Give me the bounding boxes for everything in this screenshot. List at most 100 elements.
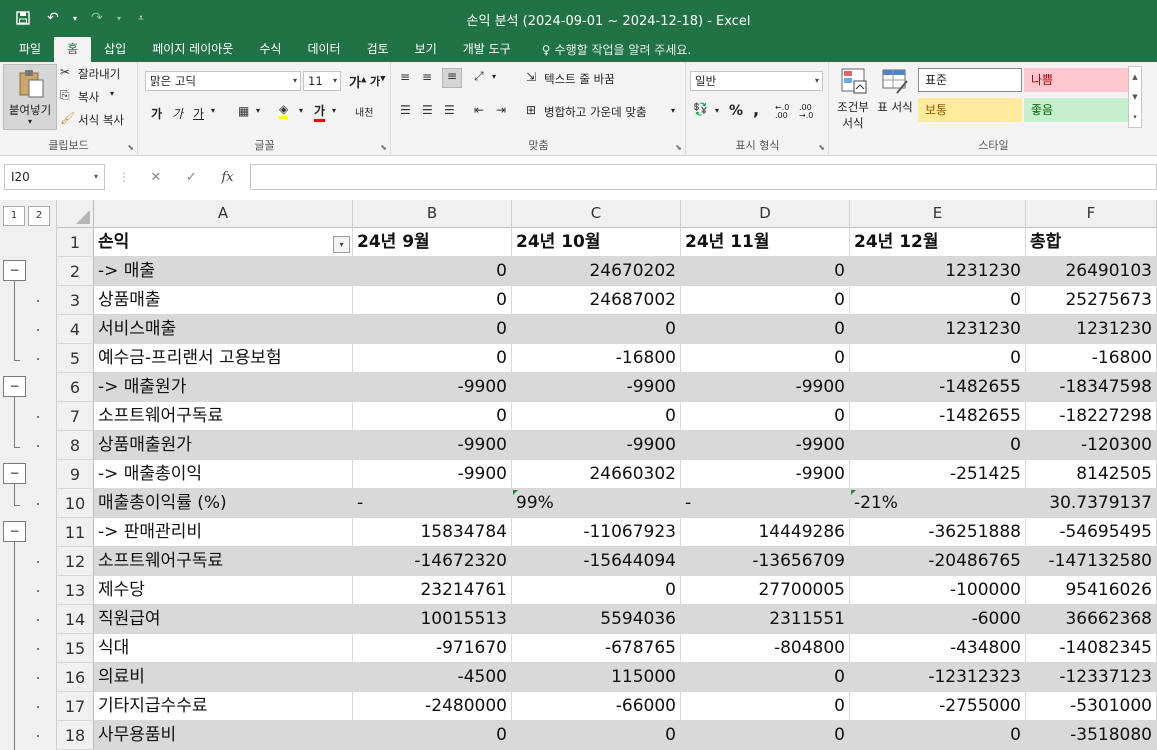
row-header-16[interactable]: 16 [57, 663, 94, 692]
cell-a18[interactable]: 사무용품비 [94, 721, 353, 750]
align-left-icon[interactable]: ☰ [400, 103, 411, 117]
tell-me-box[interactable]: ♀ 수행할 작업을 알려 주세요. [524, 37, 692, 62]
more-styles-icon[interactable]: ▾ [1129, 107, 1141, 127]
cell-a4[interactable]: 서비스매출 [94, 315, 353, 344]
format-painter-icon[interactable]: 🖌 [60, 111, 75, 125]
cell-e5[interactable]: 0 [850, 344, 1026, 373]
cell-b13[interactable]: 23214761 [353, 576, 512, 605]
cell-e13[interactable]: -100000 [850, 576, 1026, 605]
cell-a6[interactable]: -> 매출원가 [94, 373, 353, 402]
underline-dropdown-icon[interactable]: ▾ [211, 106, 215, 115]
format-painter-button[interactable]: 서식 복사 [78, 112, 124, 128]
filter-dropdown-icon[interactable]: ▾ [333, 236, 350, 253]
cell-e9[interactable]: -251425 [850, 460, 1026, 489]
cell-b12[interactable]: -14672320 [353, 547, 512, 576]
tab-8[interactable]: 개발 도구 [450, 37, 524, 62]
cell-a17[interactable]: 기타지급수수료 [94, 692, 353, 721]
cell-e14[interactable]: -6000 [850, 605, 1026, 634]
orientation-dropdown-icon[interactable]: ▾ [492, 72, 496, 81]
tab-7[interactable]: 보기 [402, 37, 450, 62]
cell-e15[interactable]: -434800 [850, 634, 1026, 663]
cell-d8[interactable]: -9900 [681, 431, 850, 460]
cell-c3[interactable]: 24687002 [512, 286, 681, 315]
cell-e4[interactable]: 1231230 [850, 315, 1026, 344]
conditional-format-button[interactable]: 조건부 서식 [832, 65, 874, 131]
cell-a8[interactable]: 상품매출원가 [94, 431, 353, 460]
cell-e7[interactable]: -1482655 [850, 402, 1026, 431]
percent-style-icon[interactable]: % [729, 103, 743, 119]
cell-a1[interactable]: 손익 [94, 228, 353, 257]
row-header-18[interactable]: 18 [57, 721, 94, 750]
cell-c8[interactable]: -9900 [512, 431, 681, 460]
cell-c16[interactable]: 115000 [512, 663, 681, 692]
borders-icon[interactable]: ▦ [238, 104, 249, 118]
tab-0[interactable]: 파일 [6, 37, 54, 62]
cell-b15[interactable]: -971670 [353, 634, 512, 663]
cell-c17[interactable]: -66000 [512, 692, 681, 721]
select-all-button[interactable] [57, 200, 94, 228]
tab-3[interactable]: 페이지 레이아웃 [139, 37, 246, 62]
accounting-dropdown-icon[interactable]: ▾ [715, 106, 719, 115]
copy-dropdown-icon[interactable]: ▾ [110, 89, 114, 98]
collapse-group-button[interactable]: − [3, 260, 26, 281]
cell-c11[interactable]: -11067923 [512, 518, 681, 547]
cell-d14[interactable]: 2311551 [681, 605, 850, 634]
cell-c12[interactable]: -15644094 [512, 547, 681, 576]
italic-button[interactable]: 가 [172, 105, 183, 122]
number-format-combo[interactable]: 일반 ▾ [690, 71, 823, 91]
cell-e17[interactable]: -2755000 [850, 692, 1026, 721]
cell-f4[interactable]: 1231230 [1026, 315, 1157, 344]
cell-style-3[interactable]: 좋음 [1024, 98, 1128, 122]
column-header-a[interactable]: A [94, 200, 353, 228]
increase-decimal-icon[interactable]: ←.0.00 [775, 104, 789, 120]
styles-scroll[interactable]: ▲ ▼ ▾ [1128, 66, 1142, 128]
row-header-10[interactable]: 10 [57, 489, 94, 518]
cell-f11[interactable]: -54695495 [1026, 518, 1157, 547]
number-launcher-icon[interactable]: ⬊ [818, 143, 825, 152]
row-header-2[interactable]: 2 [57, 257, 94, 286]
font-color-icon[interactable]: 가 [314, 102, 326, 122]
cell-a9[interactable]: -> 매출총이익 [94, 460, 353, 489]
cell-d4[interactable]: 0 [681, 315, 850, 344]
cell-d3[interactable]: 0 [681, 286, 850, 315]
bold-button[interactable]: 가 [151, 105, 162, 122]
row-header-6[interactable]: 6 [57, 373, 94, 402]
copy-icon[interactable]: ⎘ [60, 88, 70, 103]
column-header-d[interactable]: D [681, 200, 850, 228]
cell-c7[interactable]: 0 [512, 402, 681, 431]
increase-indent-icon[interactable]: ⇥ [496, 103, 506, 117]
cell-e18[interactable]: 0 [850, 721, 1026, 750]
row-header-12[interactable]: 12 [57, 547, 94, 576]
cell-c4[interactable]: 0 [512, 315, 681, 344]
cell-b7[interactable]: 0 [353, 402, 512, 431]
cell-e11[interactable]: -36251888 [850, 518, 1026, 547]
cell-d9[interactable]: -9900 [681, 460, 850, 489]
cell-d11[interactable]: 14449286 [681, 518, 850, 547]
cell-d13[interactable]: 27700005 [681, 576, 850, 605]
cell-d16[interactable]: 0 [681, 663, 850, 692]
tab-2[interactable]: 삽입 [91, 37, 139, 62]
cell-f2[interactable]: 26490103 [1026, 257, 1157, 286]
cell-c2[interactable]: 24670202 [512, 257, 681, 286]
cell-e8[interactable]: 0 [850, 431, 1026, 460]
cell-c5[interactable]: -16800 [512, 344, 681, 373]
cell-f8[interactable]: -120300 [1026, 431, 1157, 460]
cell-f12[interactable]: -147132580 [1026, 547, 1157, 576]
column-header-c[interactable]: C [512, 200, 681, 228]
outline-level-2-button[interactable]: 2 [28, 206, 50, 226]
grow-font-icon[interactable]: 가▲ [349, 72, 366, 91]
decrease-indent-icon[interactable]: ⇤ [474, 103, 484, 117]
copy-button[interactable]: 복사 [78, 89, 99, 105]
row-header-13[interactable]: 13 [57, 576, 94, 605]
cell-d6[interactable]: -9900 [681, 373, 850, 402]
cell-e1[interactable]: 24년 12월 [850, 228, 1026, 257]
tab-1[interactable]: 홈 [54, 37, 92, 62]
cell-e6[interactable]: -1482655 [850, 373, 1026, 402]
align-right-icon[interactable]: ☰ [444, 103, 455, 117]
cell-c6[interactable]: -9900 [512, 373, 681, 402]
comma-style-icon[interactable]: , [753, 100, 759, 119]
cell-f9[interactable]: 8142505 [1026, 460, 1157, 489]
cell-a7[interactable]: 소프트웨어구독료 [94, 402, 353, 431]
cell-c15[interactable]: -678765 [512, 634, 681, 663]
column-header-e[interactable]: E [850, 200, 1026, 228]
